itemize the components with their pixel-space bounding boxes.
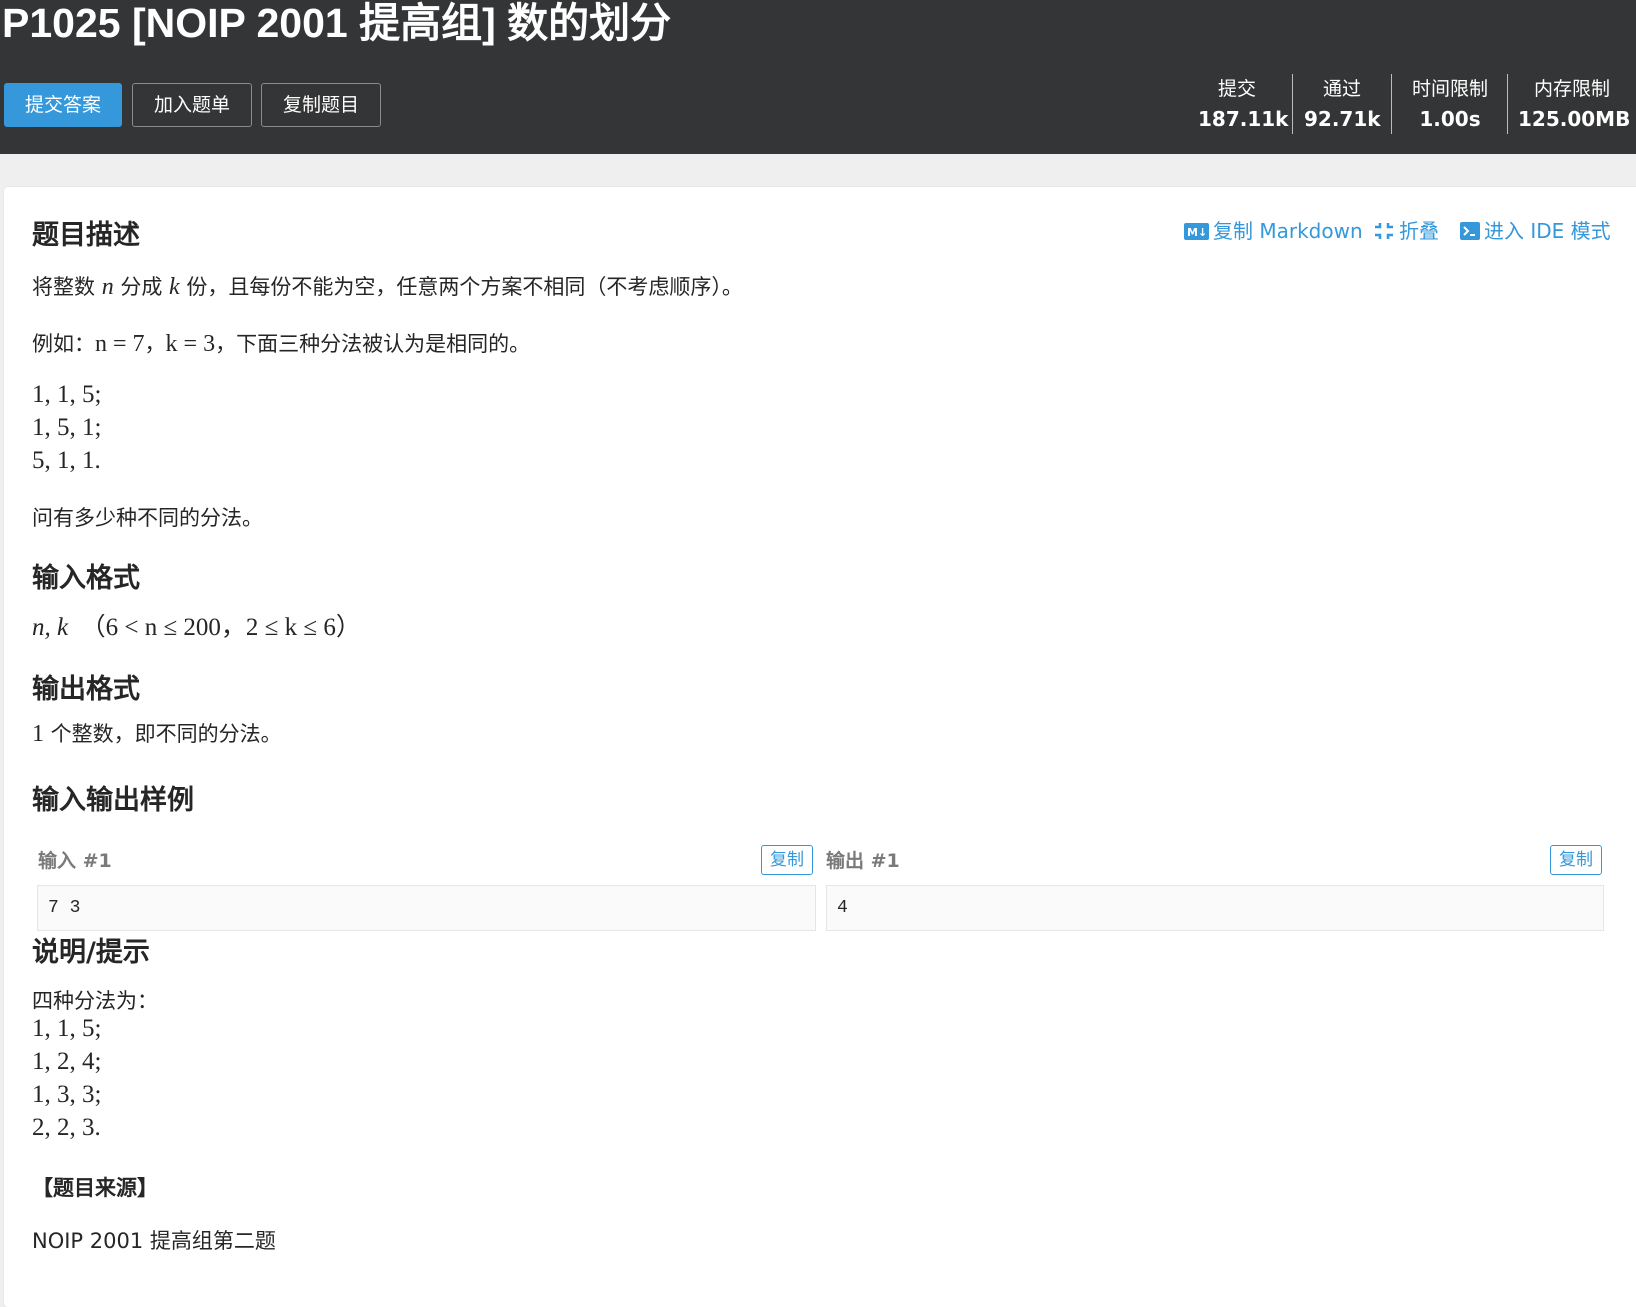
stat-label: 通过 xyxy=(1322,78,1361,100)
math-n: n xyxy=(101,274,114,300)
problem-title: P1025 [NOIP 2001 提高组] 数的划分 xyxy=(2,0,672,46)
text: 份，且每份不能为空，任意两个方案不相同（不考虑顺序）。 xyxy=(179,275,743,299)
fold-label: 折叠 xyxy=(1399,219,1439,243)
source-heading: 【题目来源】 xyxy=(32,1176,158,1200)
source-text: NOIP 2001 提高组第二题 xyxy=(32,1229,276,1253)
output-format-text: 1 个整数，即不同的分法。 xyxy=(32,718,282,748)
copy-markdown-label: 复制 Markdown xyxy=(1213,219,1363,243)
fold-button[interactable]: 折叠 xyxy=(1373,215,1439,245)
stat-accepted: 通过 92.71k xyxy=(1304,74,1381,134)
input-constraint: （6 < n ≤ 200，2 ≤ k ≤ 6） xyxy=(80,614,361,641)
hint-partition: 2, 2, 3. xyxy=(32,1114,101,1141)
section-heading-samples: 输入输出样例 xyxy=(32,785,194,816)
svg-text:M↓: M↓ xyxy=(1187,226,1207,239)
section-heading-hint: 说明/提示 xyxy=(32,937,150,968)
stat-divider xyxy=(1507,74,1508,134)
section-heading-input-format: 输入格式 xyxy=(32,563,140,594)
submit-answer-button[interactable]: 提交答案 xyxy=(4,83,122,127)
stat-value: 125.00MB xyxy=(1518,107,1631,131)
stat-time-limit: 时间限制 1.00s xyxy=(1404,74,1496,134)
text: 例如： xyxy=(32,332,95,356)
sample-output-box[interactable]: 4 xyxy=(826,885,1604,931)
output-count: 1 xyxy=(32,721,44,747)
hint-partition: 1, 1, 5; xyxy=(32,1015,102,1042)
math-eq-n: n = 7 xyxy=(95,331,145,357)
stat-submissions: 提交 187.11k xyxy=(1198,74,1289,134)
text: 将整数 xyxy=(32,275,102,299)
stat-label: 提交 xyxy=(1217,78,1256,100)
stat-value: 1.00s xyxy=(1419,107,1481,131)
copy-input-button[interactable]: 复制 xyxy=(761,845,813,875)
stat-value: 187.11k xyxy=(1198,107,1289,131)
hint-partition: 1, 2, 4; xyxy=(32,1048,102,1075)
input-format-math: n, k （6 < n ≤ 200，2 ≤ k ≤ 6） xyxy=(32,607,361,643)
text: ， xyxy=(144,332,166,356)
stat-label: 内存限制 xyxy=(1533,78,1610,100)
sample-input-label: 输入 #1 xyxy=(38,850,112,872)
copy-output-button[interactable]: 复制 xyxy=(1550,845,1602,875)
sample-input-box[interactable]: 7 3 xyxy=(37,885,816,931)
stat-memory-limit: 内存限制 125.00MB xyxy=(1518,74,1631,134)
copy-problem-button[interactable]: 复制题目 xyxy=(261,83,381,127)
copy-markdown-button[interactable]: M↓ 复制 Markdown xyxy=(1184,215,1363,245)
text: ，下面三种分法被认为是相同的。 xyxy=(215,332,531,356)
math-k: k xyxy=(169,274,180,300)
example-partition: 1, 1, 5; xyxy=(32,381,102,408)
markdown-icon: M↓ xyxy=(1184,221,1209,245)
stat-divider xyxy=(1292,74,1293,134)
add-to-list-button[interactable]: 加入题单 xyxy=(132,83,252,127)
text: 分成 xyxy=(113,275,170,299)
ide-mode-label: 进入 IDE 模式 xyxy=(1484,219,1611,243)
description-line-1: 将整数 n 分成 k 份，且每份不能为空，任意两个方案不相同（不考虑顺序）。 xyxy=(32,271,743,301)
math-eq-k: k = 3 xyxy=(165,331,216,357)
hint-intro: 四种分法为： xyxy=(32,989,158,1013)
stat-value: 92.71k xyxy=(1304,107,1381,131)
section-heading-output-format: 输出格式 xyxy=(32,674,140,705)
collapse-icon xyxy=(1373,221,1395,245)
sample-output-label: 输出 #1 xyxy=(826,850,900,872)
stat-divider xyxy=(1391,74,1392,134)
input-vars: n, k xyxy=(32,614,69,641)
problem-header: P1025 [NOIP 2001 提高组] 数的划分 提交答案 加入题单 复制题… xyxy=(0,0,1636,154)
section-heading-description: 题目描述 xyxy=(32,220,140,251)
ide-mode-button[interactable]: 进入 IDE 模式 xyxy=(1460,215,1611,245)
example-partition: 5, 1, 1. xyxy=(32,447,101,474)
hint-partition: 1, 3, 3; xyxy=(32,1081,102,1108)
stat-label: 时间限制 xyxy=(1411,78,1488,100)
problem-card: M↓ 复制 Markdown 折叠 进入 IDE 模式 题目描述 将整数 n 分… xyxy=(4,187,1636,1307)
description-question: 问有多少种不同的分法。 xyxy=(32,506,263,530)
example-partition: 1, 5, 1; xyxy=(32,414,102,441)
text: 个整数，即不同的分法。 xyxy=(44,722,282,746)
terminal-icon xyxy=(1460,221,1480,245)
description-line-2: 例如：n = 7，k = 3，下面三种分法被认为是相同的。 xyxy=(32,328,530,358)
